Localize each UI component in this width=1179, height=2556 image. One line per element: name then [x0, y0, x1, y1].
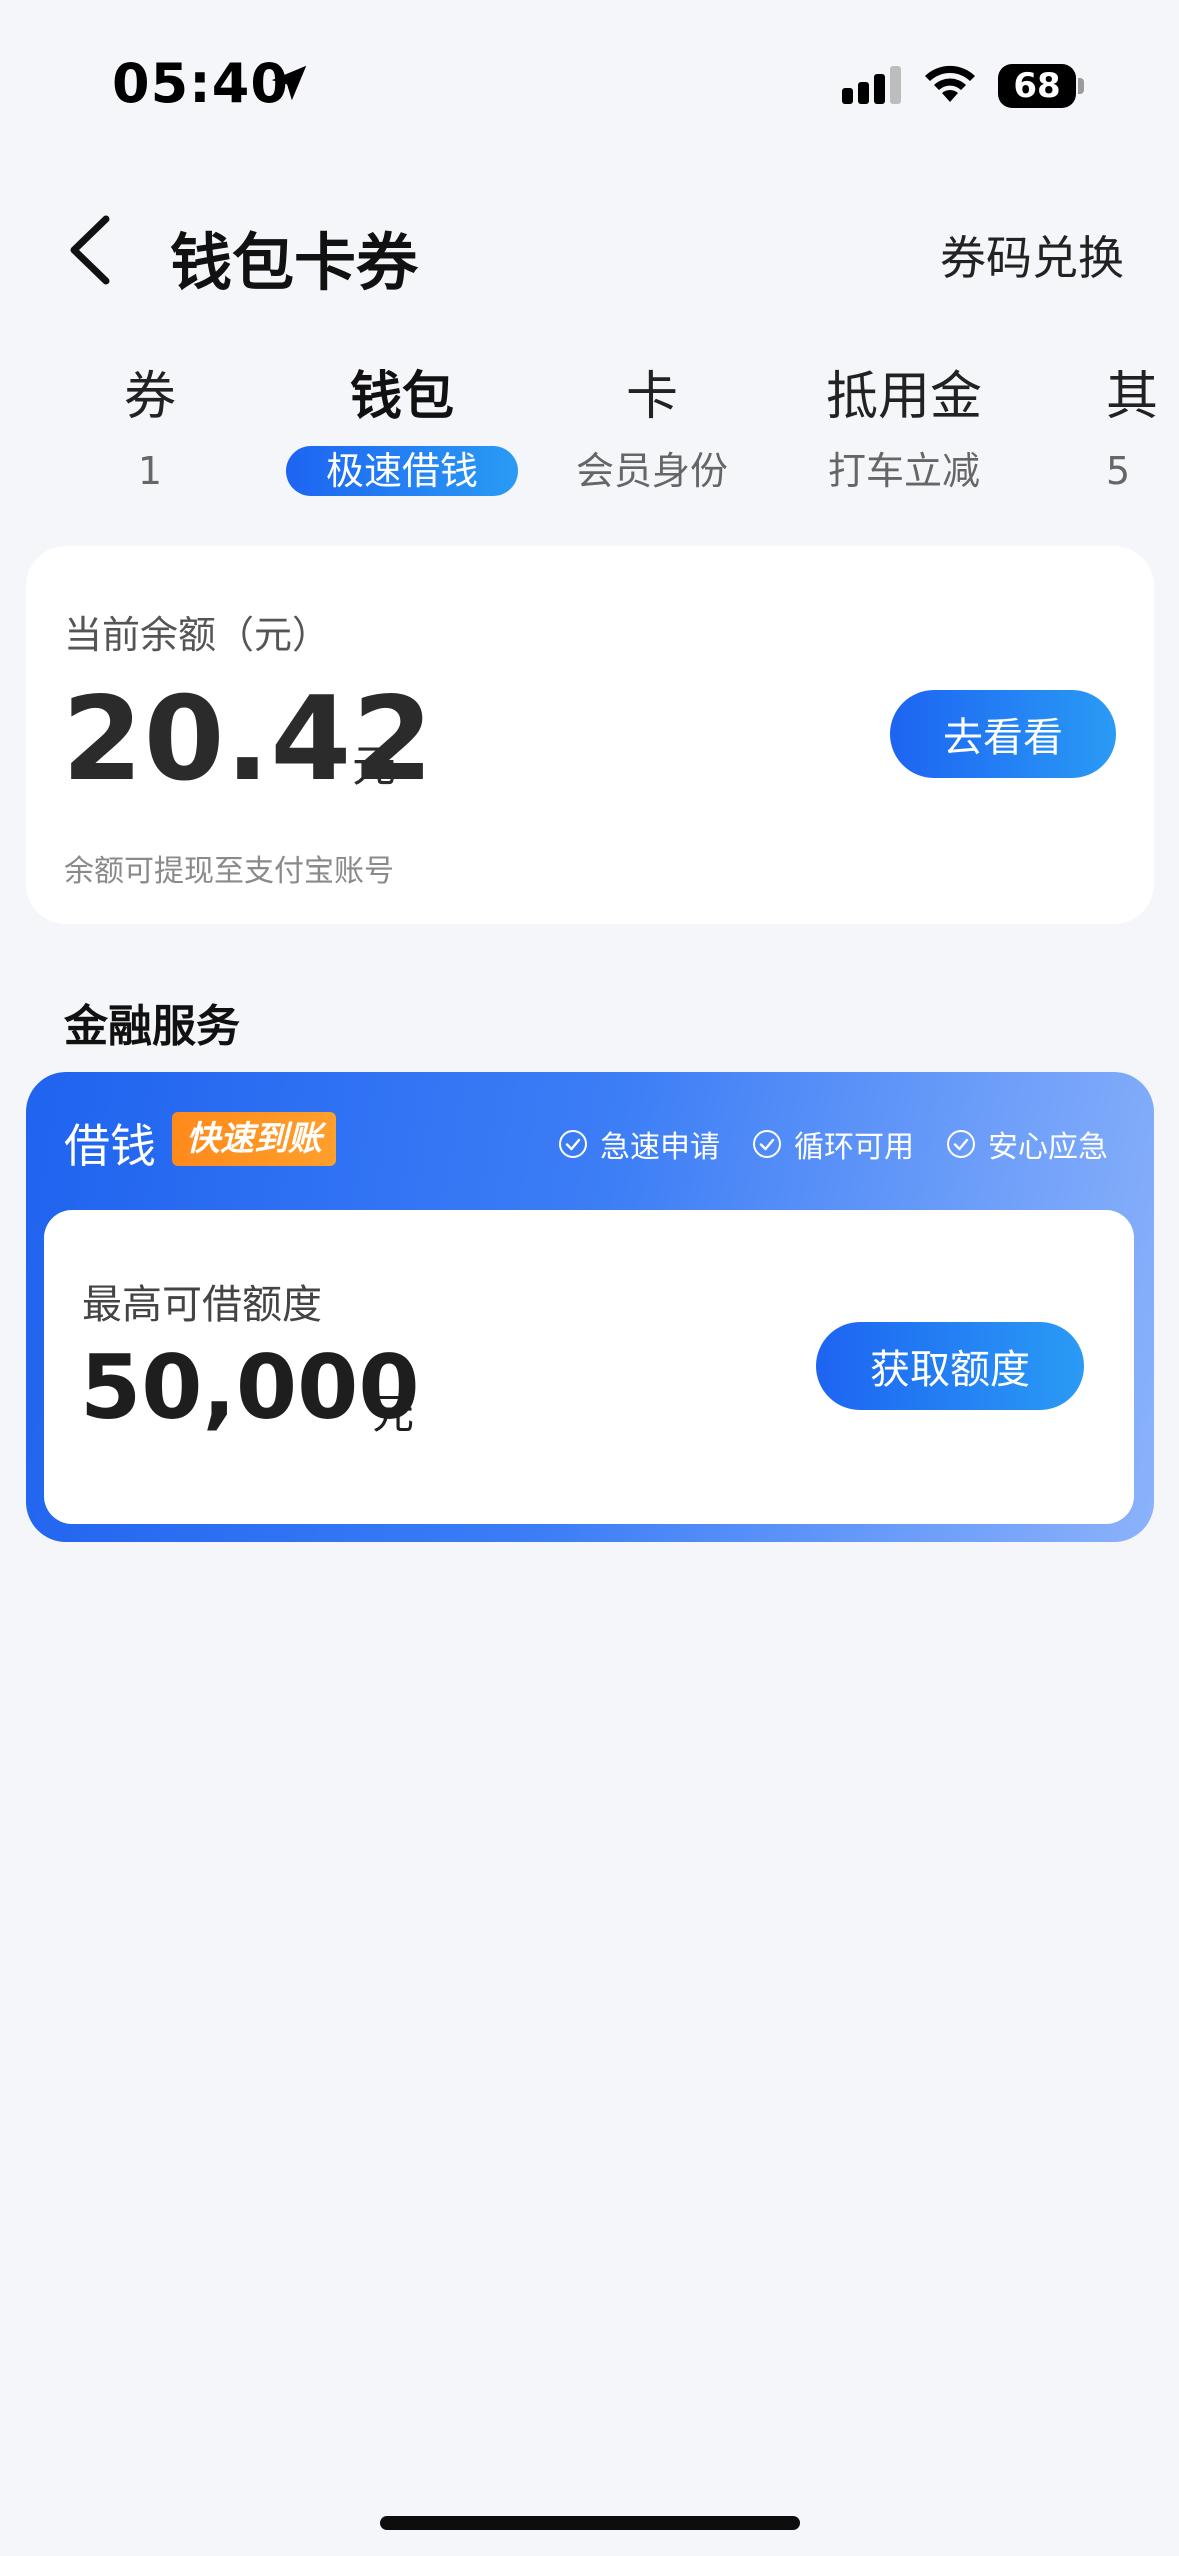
feature-item: 急速申请 [558, 1122, 720, 1166]
tab-label: 卡 [625, 367, 678, 427]
tab-label: 券 [123, 367, 176, 427]
feature-label: 循环可用 [794, 1130, 914, 1165]
tab-coupons[interactable]: 券 1 [30, 362, 270, 496]
check-circle-icon [559, 1130, 587, 1158]
signal-icon [842, 64, 904, 110]
get-limit-button[interactable]: 获取额度 [816, 1322, 1084, 1410]
home-indicator[interactable] [380, 2516, 800, 2530]
redeem-code-link[interactable]: 券码兑换 [940, 222, 1124, 288]
chevron-left-icon [68, 215, 112, 289]
feature-label: 急速申请 [600, 1130, 720, 1165]
back-button[interactable] [60, 212, 120, 292]
tab-wallet[interactable]: 钱包 极速借钱 [282, 362, 522, 496]
tab-label: 钱包 [349, 367, 454, 427]
battery-nub [1078, 78, 1084, 94]
limit-label: 最高可借额度 [82, 1282, 322, 1328]
tab-label: 其 [1106, 367, 1159, 427]
battery-icon: 68 [998, 64, 1076, 108]
tab-cards[interactable]: 卡 会员身份 [532, 362, 772, 496]
tab-sub: 打车立减 [827, 449, 980, 493]
location-arrow-icon [266, 60, 312, 110]
page-title: 钱包卡券 [170, 226, 419, 299]
check-circle-icon [753, 1130, 781, 1158]
tab-sub: 1 [137, 449, 163, 493]
fast-arrival-badge: 快速到账 [172, 1112, 336, 1166]
balance-unit: 元 [352, 741, 396, 792]
loan-title: 借钱 [64, 1119, 156, 1173]
tab-label: 抵用金 [825, 367, 982, 427]
feature-item: 循环可用 [752, 1122, 914, 1166]
tab-sub: 5 [1106, 449, 1131, 493]
status-time: 05:40 [112, 52, 289, 115]
view-button[interactable]: 去看看 [890, 690, 1116, 778]
balance-label: 当前余额（元） [64, 613, 331, 657]
tab-other[interactable]: 其 5 [1106, 362, 1166, 496]
feature-label: 安心应急 [988, 1130, 1108, 1165]
balance-hint: 余额可提现至支付宝账号 [64, 854, 394, 889]
limit-unit: 元 [372, 1389, 415, 1438]
section-title: 金融服务 [64, 1001, 240, 1052]
wifi-icon [922, 60, 978, 108]
tab-vouchers[interactable]: 抵用金 打车立减 [784, 362, 1024, 496]
tab-sub: 会员身份 [575, 449, 728, 493]
feature-item: 安心应急 [946, 1122, 1108, 1166]
check-circle-icon [947, 1130, 975, 1158]
limit-amount: 50,000 [80, 1336, 420, 1439]
tab-sub-badge: 极速借钱 [285, 446, 518, 496]
